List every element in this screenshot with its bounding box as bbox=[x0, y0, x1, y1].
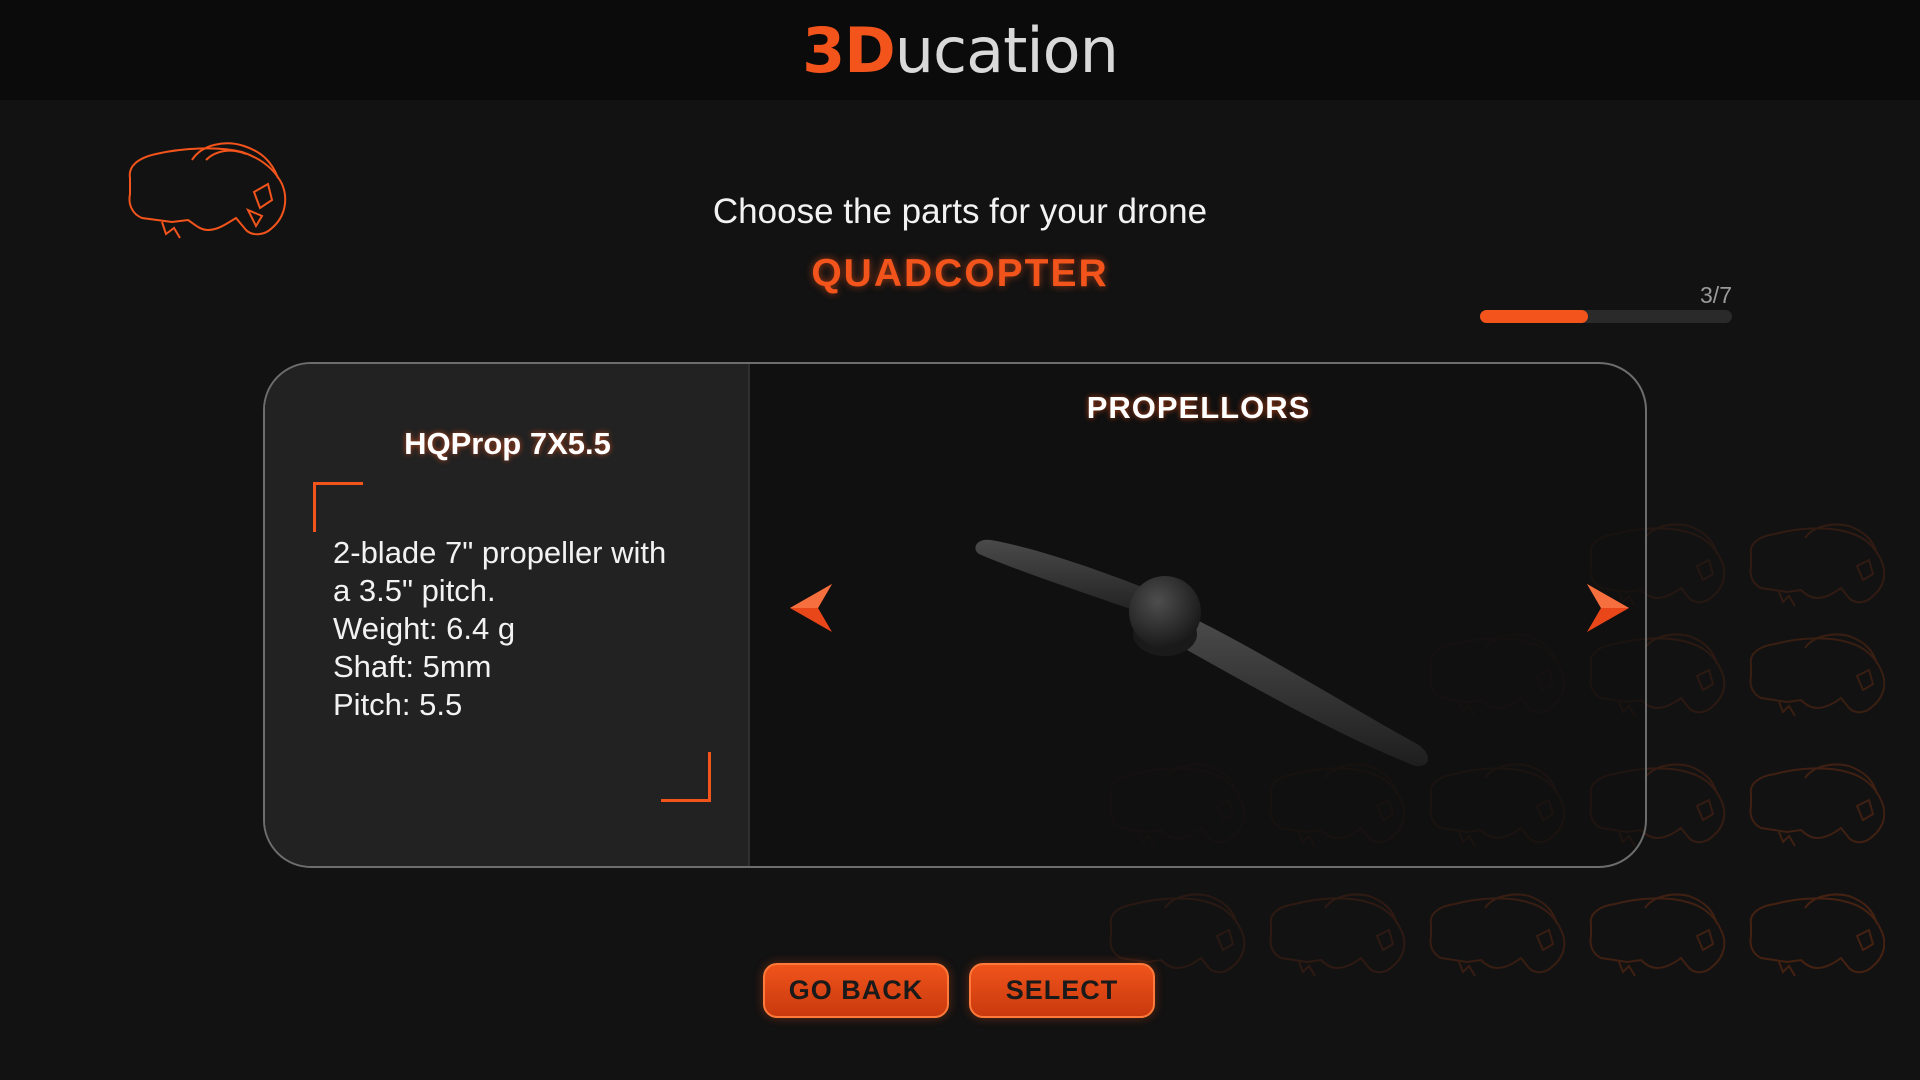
frame-corner-bottom-right bbox=[661, 752, 711, 802]
part-info-panel: HQProp 7X5.5 2-blade 7" propeller with a… bbox=[265, 364, 750, 866]
select-button[interactable]: SELECT bbox=[969, 963, 1155, 1018]
description-line: 2-blade 7" propeller with bbox=[333, 535, 667, 570]
description-line: Weight: 6.4 g bbox=[333, 611, 516, 646]
progress-bar bbox=[1480, 310, 1732, 323]
part-name: HQProp 7X5.5 bbox=[404, 426, 611, 461]
go-back-button[interactable]: GO BACK bbox=[763, 963, 949, 1018]
arrow-right-icon[interactable] bbox=[1583, 582, 1631, 634]
progress-fill bbox=[1480, 310, 1588, 323]
description-line: a 3.5" pitch. bbox=[333, 573, 496, 608]
description-line: Shaft: 5mm bbox=[333, 649, 492, 684]
part-selector-card: HQProp 7X5.5 2-blade 7" propeller with a… bbox=[263, 362, 1647, 868]
page-subtitle: Choose the parts for your drone bbox=[712, 192, 1208, 231]
description-line: Pitch: 5.5 bbox=[333, 687, 463, 722]
category-title: PROPELLORS bbox=[1086, 390, 1311, 425]
arrow-left-icon[interactable] bbox=[788, 582, 836, 634]
app-logo: 3Ducation bbox=[802, 13, 1119, 87]
frame-corner-top-left bbox=[313, 482, 363, 532]
progress-label: 3/7 bbox=[1700, 282, 1732, 308]
part-description: 2-blade 7" propeller with a 3.5" pitch. … bbox=[333, 534, 713, 724]
top-bar: 3Ducation bbox=[0, 0, 1920, 100]
propeller-model-image bbox=[975, 539, 1429, 767]
